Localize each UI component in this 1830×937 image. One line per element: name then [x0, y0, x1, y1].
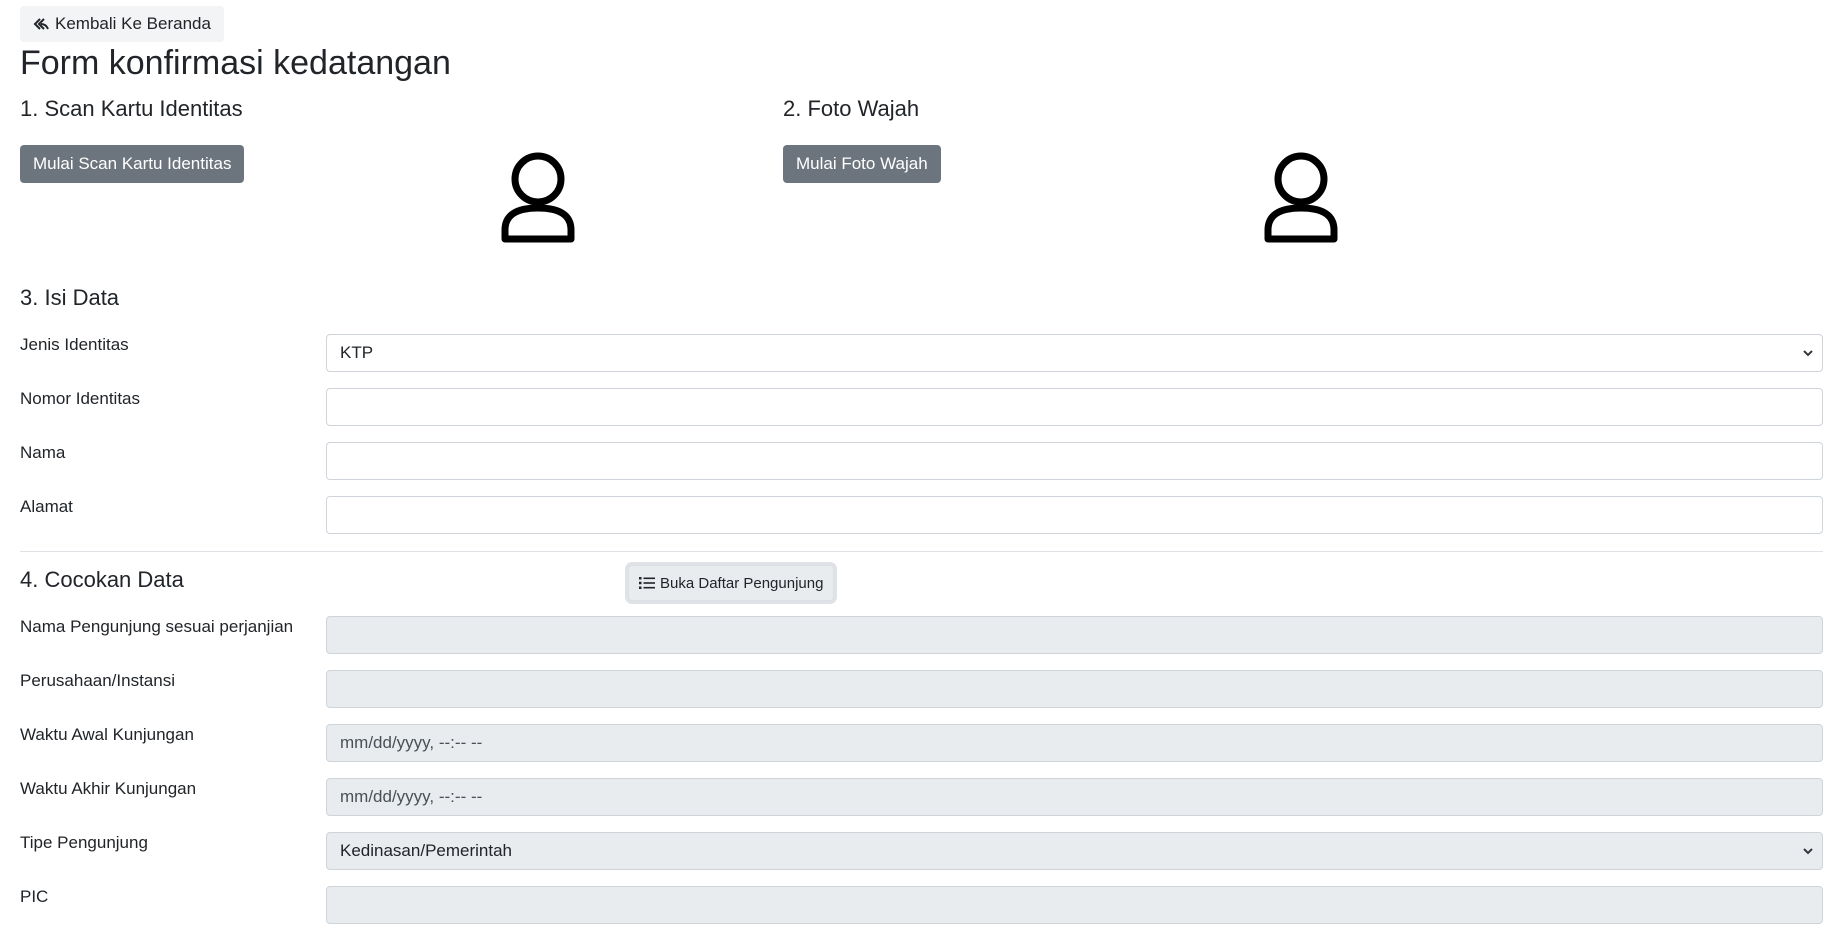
section-divider: [20, 551, 1823, 552]
section-title-match-data: 4. Cocokan Data: [20, 567, 184, 592]
visit-start-label: Waktu Awal Kunjungan: [20, 725, 194, 744]
identity-number-label: Nomor Identitas: [20, 389, 140, 408]
pic-label: PIC: [20, 887, 49, 906]
visitor-name-field: [326, 616, 1823, 654]
company-label: Perusahaan/Instansi: [20, 671, 175, 690]
back-to-home-label: Kembali Ke Beranda: [55, 14, 211, 33]
name-label: Nama: [20, 443, 66, 462]
visitor-name-label: Nama Pengunjung sesuai perjanjian: [20, 617, 294, 636]
pic-field: [326, 886, 1823, 924]
address-input[interactable]: [326, 496, 1823, 534]
visitor-type-label: Tipe Pengunjung: [20, 833, 148, 852]
double-back-arrow-icon: [33, 18, 49, 30]
visitor-type-select: Kedinasan/Pemerintah: [326, 832, 1823, 870]
person-outline-icon: [1264, 152, 1338, 243]
open-visitor-list-label: Buka Daftar Pengunjung: [660, 574, 824, 592]
back-to-home-button[interactable]: Kembali Ke Beranda: [20, 6, 224, 42]
company-field: [326, 670, 1823, 708]
identity-type-value: KTP: [340, 343, 374, 362]
visit-end-label: Waktu Akhir Kunjungan: [20, 779, 197, 798]
address-label: Alamat: [20, 497, 73, 516]
visitor-type-value: Kedinasan/Pemerintah: [340, 841, 513, 860]
start-scan-id-button[interactable]: Mulai Scan Kartu Identitas: [20, 145, 245, 183]
list-icon: [639, 577, 655, 589]
section-title-scan-id: 1. Scan Kartu Identitas: [20, 96, 243, 121]
visit-end-placeholder: mm/dd/yyyy, --:-- --: [340, 787, 483, 806]
identity-number-input[interactable]: [326, 388, 1823, 426]
identity-type-label: Jenis Identitas: [20, 335, 129, 354]
visit-end-field: mm/dd/yyyy, --:-- --: [326, 778, 1823, 816]
person-outline-icon: [501, 152, 575, 243]
start-face-photo-button[interactable]: Mulai Foto Wajah: [783, 145, 941, 183]
section-title-face-photo: 2. Foto Wajah: [783, 96, 920, 121]
chevron-down-icon: [1803, 848, 1813, 855]
open-visitor-list-button[interactable]: Buka Daftar Pengunjung: [628, 565, 835, 601]
chevron-down-icon: [1803, 350, 1813, 357]
page-title: Form konfirmasi kedatangan: [20, 44, 451, 82]
name-input[interactable]: [326, 442, 1823, 480]
identity-type-select[interactable]: KTP: [326, 334, 1823, 372]
visit-start-field: mm/dd/yyyy, --:-- --: [326, 724, 1823, 762]
visit-start-placeholder: mm/dd/yyyy, --:-- --: [340, 733, 483, 752]
section-title-fill-data: 3. Isi Data: [20, 285, 120, 310]
